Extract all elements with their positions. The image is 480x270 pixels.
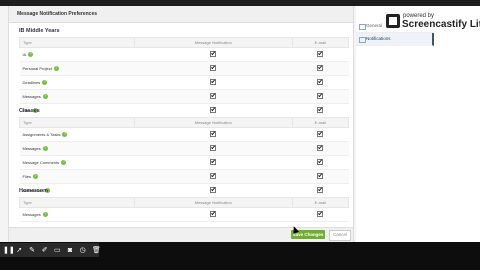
sidebar-item-label: General <box>366 23 383 28</box>
notifications-icon <box>359 37 366 43</box>
col-type: Type <box>19 117 135 128</box>
table-row: Message Comments? <box>19 155 349 170</box>
trash-icon[interactable]: 🗑 <box>92 247 101 254</box>
watermark-brand: Screencastify Lite <box>402 19 480 30</box>
form-footer: Save Changes Cancel <box>9 227 353 242</box>
help-icon[interactable]: ? <box>42 212 48 218</box>
section-title: Classes <box>19 108 40 114</box>
table-row: Deadlines? <box>19 75 349 90</box>
message-checkbox[interactable] <box>210 65 217 71</box>
row-label: Files <box>22 173 31 179</box>
row-label: Messages <box>22 145 41 151</box>
col-message: Message Notification <box>134 117 293 128</box>
section-title: Homeroom <box>19 188 49 194</box>
col-email: E-mail <box>291 117 350 128</box>
help-icon[interactable]: ? <box>61 160 67 166</box>
table-row: Messages? <box>19 207 349 222</box>
message-checkbox[interactable] <box>210 159 217 165</box>
table-row: Files? <box>19 169 349 184</box>
timer-icon[interactable]: ◷ <box>79 247 86 254</box>
message-checkbox[interactable] <box>210 93 217 99</box>
email-checkbox[interactable] <box>317 131 324 137</box>
help-icon[interactable]: ? <box>42 146 48 152</box>
section-homeroom: Homeroom Type Message Notification E-mai… <box>19 188 350 222</box>
table-row: Messages? <box>19 89 349 104</box>
table-row: Personal Project? <box>19 61 349 76</box>
section-title: IB Middle Years <box>19 28 60 34</box>
row-label: Personal Project <box>22 65 52 71</box>
section-ib-middle-years: IB Middle Years Type Message Notificatio… <box>19 28 350 118</box>
email-checkbox[interactable] <box>317 159 324 165</box>
row-label: Assignments & Tasks <box>22 131 61 137</box>
annotation-toolbar: ❚❚ ➚ ✎ ✐ ▭ ◙ ◷ 🗑 <box>0 243 101 257</box>
email-checkbox[interactable] <box>317 93 324 99</box>
help-icon[interactable]: ? <box>32 174 38 180</box>
camera-icon[interactable]: ◙ <box>67 247 74 254</box>
col-email: E-mail <box>291 197 350 208</box>
col-type: Type <box>19 37 135 48</box>
cancel-button[interactable]: Cancel <box>329 230 351 241</box>
col-email: E-mail <box>291 37 350 48</box>
col-message: Message Notification <box>134 197 293 208</box>
col-message: Message Notification <box>134 37 293 48</box>
screencastify-watermark: powered by Screencastify Lite <box>386 12 480 36</box>
row-label: Messages <box>22 93 41 99</box>
preferences-panel: Message Notification Preferences IB Midd… <box>8 6 354 242</box>
help-icon[interactable]: ? <box>62 132 68 138</box>
message-checkbox[interactable] <box>210 131 217 137</box>
email-checkbox[interactable] <box>317 173 324 179</box>
help-icon[interactable]: ? <box>53 66 59 72</box>
message-checkbox[interactable] <box>210 211 217 217</box>
help-icon[interactable]: ? <box>42 94 48 100</box>
preferences-table: Type Message Notification E-mail IA? Per… <box>19 37 350 118</box>
eraser-icon[interactable]: ▭ <box>54 247 61 254</box>
sidebar-item-label: Notifications <box>366 36 391 41</box>
pen-icon[interactable]: ✎ <box>29 247 36 254</box>
cursor-icon[interactable]: ➚ <box>16 247 23 254</box>
section-classes: Classes Type Message Notification E-mail… <box>19 108 350 198</box>
email-checkbox[interactable] <box>317 211 324 217</box>
general-icon <box>359 24 366 30</box>
email-checkbox[interactable] <box>317 145 324 151</box>
row-label: IA <box>22 51 27 57</box>
email-checkbox[interactable] <box>317 79 324 85</box>
email-checkbox[interactable] <box>317 51 324 57</box>
table-row: Assignments & Tasks? <box>19 127 349 142</box>
message-checkbox[interactable] <box>210 173 217 179</box>
marker-icon[interactable]: ✐ <box>41 247 48 254</box>
row-label: Message Comments <box>22 159 60 165</box>
preferences-table: Type Message Notification E-mail Assignm… <box>19 117 350 198</box>
row-label: Messages <box>22 211 41 217</box>
help-icon[interactable]: ? <box>42 80 48 86</box>
film-icon <box>386 14 400 28</box>
panel-title: Message Notification Preferences <box>9 6 353 23</box>
pause-icon[interactable]: ❚❚ <box>3 247 15 254</box>
email-checkbox[interactable] <box>317 65 324 71</box>
row-label: Deadlines <box>22 79 41 85</box>
col-type: Type <box>19 197 135 208</box>
preferences-table: Type Message Notification E-mail Message… <box>19 197 350 222</box>
message-checkbox[interactable] <box>210 51 217 57</box>
message-checkbox[interactable] <box>210 79 217 85</box>
help-icon[interactable]: ? <box>28 52 34 58</box>
table-row: Messages? <box>19 141 349 156</box>
table-row: IA? <box>19 47 349 62</box>
right-sidebar: General Notifications <box>356 6 480 242</box>
message-checkbox[interactable] <box>210 145 217 151</box>
